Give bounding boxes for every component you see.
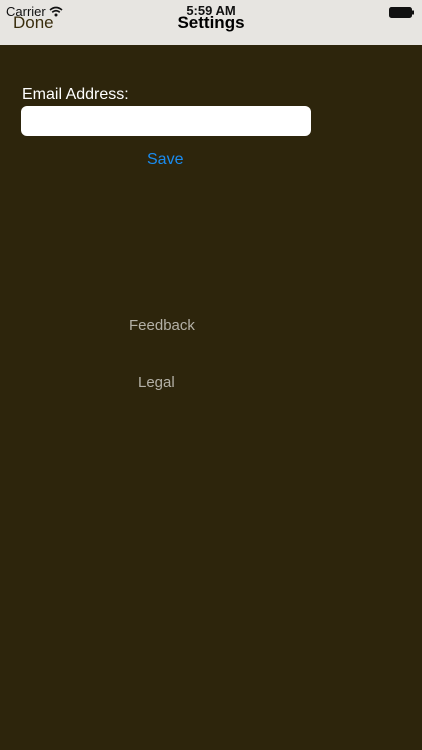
page-title: Settings [177,13,245,32]
email-label: Email Address: [22,86,129,103]
save-button[interactable]: Save [147,151,183,169]
settings-screen: Carrier 5:59 AM Done Settings Email Addr… [0,0,422,750]
feedback-button[interactable]: Feedback [129,317,195,334]
navigation-bar: Carrier 5:59 AM Done Settings [0,0,422,45]
legal-button[interactable]: Legal [138,374,175,391]
email-field[interactable] [21,106,311,136]
